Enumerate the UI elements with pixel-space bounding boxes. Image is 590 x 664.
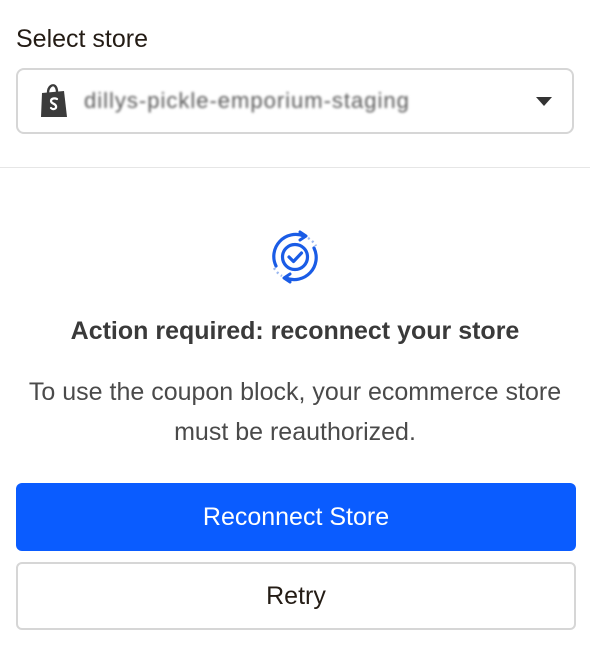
store-picker-section: Select store dillys-pickle-emporium-stag… [0, 0, 590, 144]
action-required-title: Action required: reconnect your store [70, 317, 520, 345]
reconnect-store-button[interactable]: Reconnect Store [16, 483, 576, 551]
sync-check-icon [272, 230, 318, 284]
retry-button[interactable]: Retry [16, 562, 576, 630]
chevron-down-icon [536, 96, 552, 106]
select-store-label: Select store [16, 25, 149, 53]
selected-store-name: dillys-pickle-emporium-staging [84, 88, 410, 113]
store-select-dropdown[interactable]: dillys-pickle-emporium-staging [16, 68, 574, 134]
shopify-bag-icon [41, 84, 67, 117]
action-description: To use the coupon block, your ecommerce … [28, 378, 562, 446]
reconnect-panel: Action required: reconnect your store To… [0, 168, 590, 452]
